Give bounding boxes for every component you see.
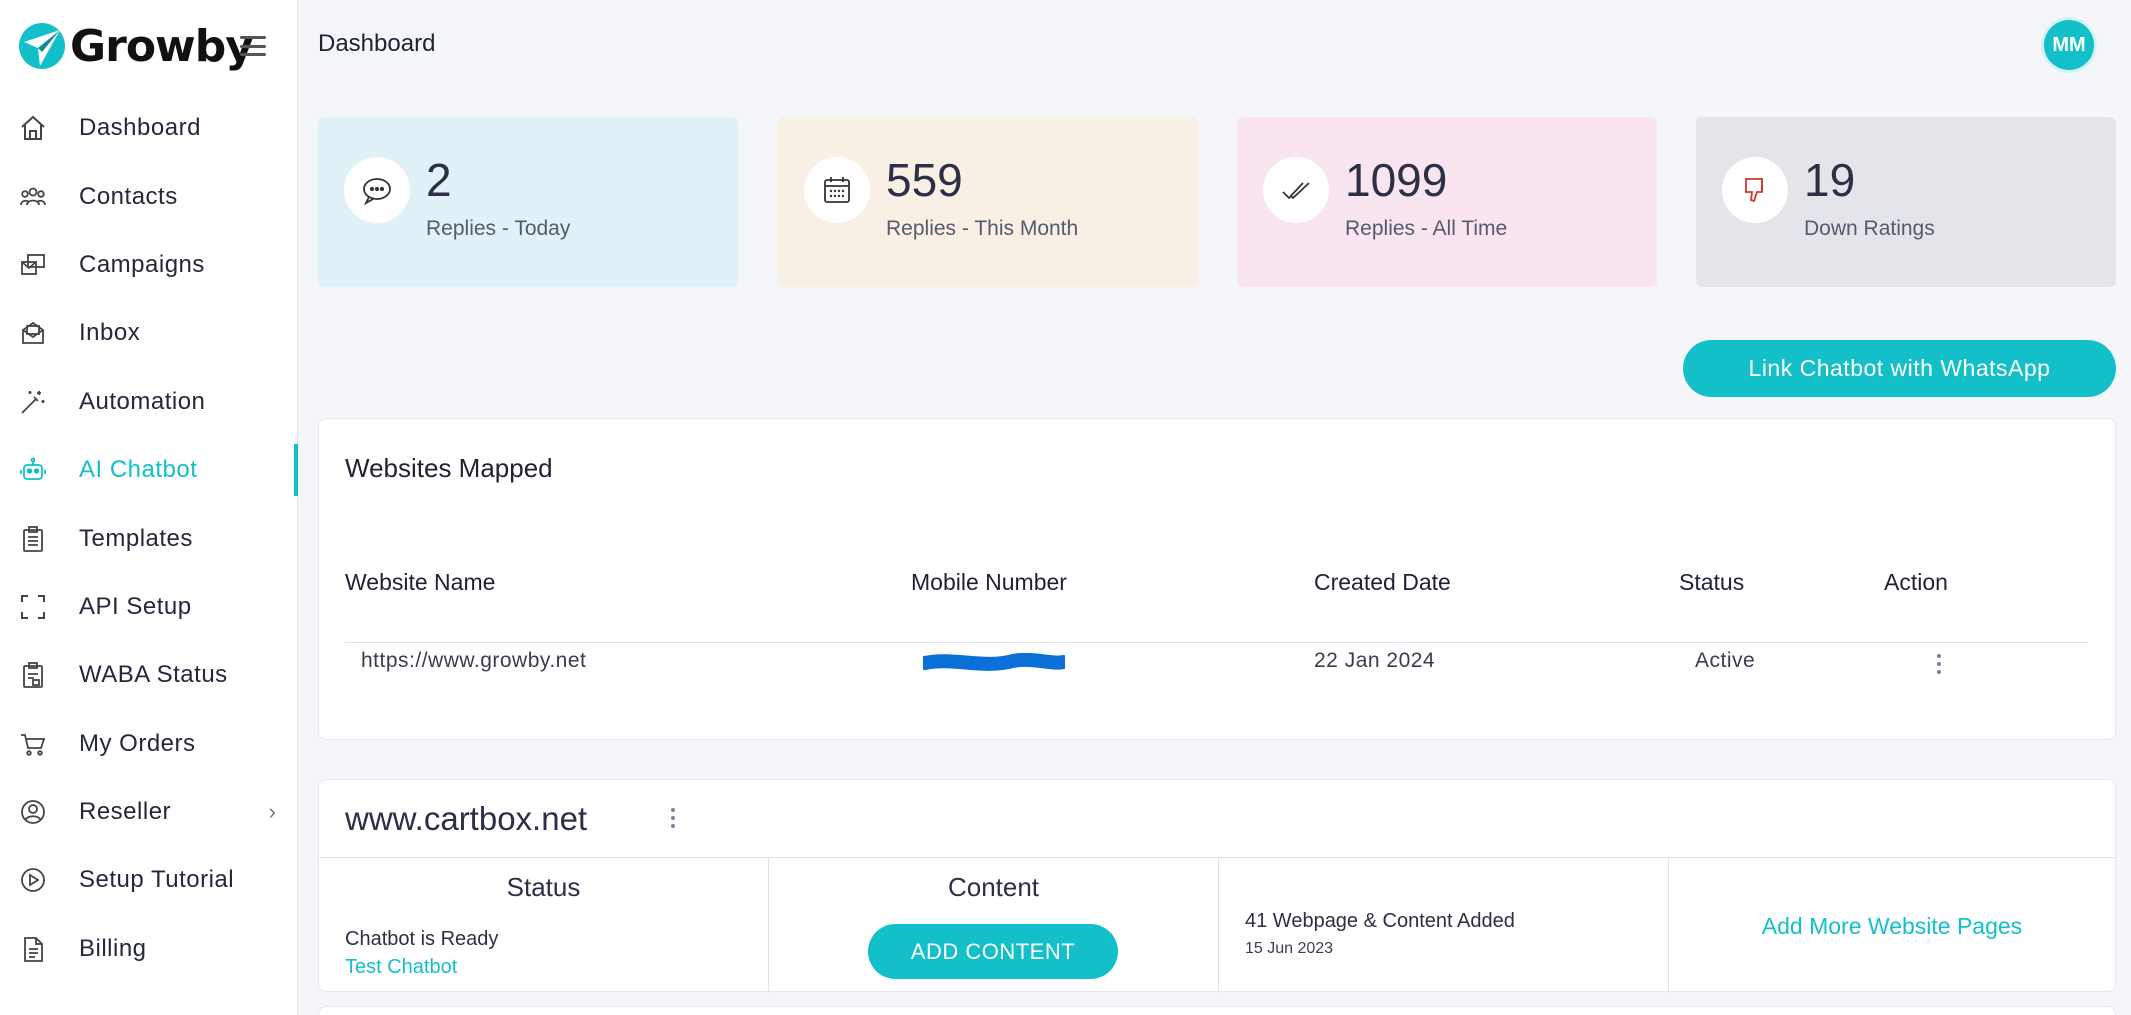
growby-logo-icon <box>19 23 65 69</box>
stat-label: Replies - Today <box>426 217 571 240</box>
row-actions-icon[interactable] <box>1937 654 1941 674</box>
websites-mapped-title: Websites Mapped <box>345 453 553 483</box>
stat-card-down-ratings: 19 Down Ratings <box>1696 117 2116 287</box>
sidebar-item-label: Automation <box>79 387 206 415</box>
sidebar-item-label: Inbox <box>79 319 141 347</box>
stat-value: 2 <box>426 154 452 206</box>
more-pages-cell: Add More Website Pages <box>1669 858 2115 993</box>
column-header: Created Date <box>1314 569 1451 595</box>
chat-bubble-icon <box>344 157 410 223</box>
sidebar-item-inbox[interactable]: Inbox <box>0 299 298 367</box>
sidebar-item-reseller[interactable]: Reseller › <box>0 778 298 846</box>
avatar[interactable]: MM <box>2044 20 2094 70</box>
site-card-grid: Status Chatbot is Ready Test Chatbot Con… <box>319 857 2115 993</box>
robot-icon <box>18 455 48 485</box>
site-card-title: www.cartbox.net <box>345 800 588 837</box>
clipboard-icon <box>18 524 48 554</box>
stat-label: Replies - This Month <box>886 217 1079 240</box>
home-icon <box>18 113 48 143</box>
sidebar-nav: Dashboard Contacts Campaigns Inbox Autom… <box>0 94 298 983</box>
cart-icon <box>18 729 48 759</box>
add-content-button[interactable]: ADD CONTENT <box>868 924 1118 979</box>
add-more-pages-link[interactable]: Add More Website Pages <box>1669 913 2115 940</box>
stat-value: 559 <box>886 154 963 206</box>
wand-icon <box>18 387 48 417</box>
stat-card-replies-all-time: 1099 Replies - All Time <box>1237 117 1657 287</box>
column-header: Mobile Number <box>911 569 1067 595</box>
menu-toggle-icon[interactable] <box>240 36 266 56</box>
sidebar-item-label: AI Chatbot <box>79 456 198 484</box>
brand-name: Growby <box>70 20 254 72</box>
user-circle-icon <box>18 797 48 827</box>
created-date-cell: 22 Jan 2024 <box>1314 649 1436 672</box>
sidebar-item-label: Billing <box>79 934 147 962</box>
pages-added-date: 15 Jun 2023 <box>1245 940 1334 957</box>
page-title: Dashboard <box>318 30 436 57</box>
link-chatbot-whatsapp-button[interactable]: Link Chatbot with WhatsApp <box>1683 340 2116 397</box>
sidebar-item-label: WABA Status <box>79 661 228 689</box>
users-icon <box>18 182 48 212</box>
content-cell: Content ADD CONTENT <box>769 858 1219 993</box>
site-card: www.cartbox.net Status Chatbot is Ready … <box>318 779 2116 993</box>
sidebar-item-dashboard[interactable]: Dashboard <box>0 94 298 162</box>
table-header: Website Name Mobile Number Created Date … <box>345 569 2089 643</box>
sidebar-item-templates[interactable]: Templates <box>0 504 298 572</box>
redacted-mobile-number <box>923 653 1065 671</box>
sidebar-item-waba-status[interactable]: WABA Status <box>0 641 298 709</box>
sidebar-item-ai-chatbot[interactable]: AI Chatbot <box>0 436 298 504</box>
status-heading: Status <box>506 872 581 902</box>
document-icon <box>18 934 48 964</box>
status-cell: Active <box>1695 649 1756 672</box>
websites-mapped-card: Websites Mapped Website Name Mobile Numb… <box>318 418 2116 740</box>
stat-card-replies-today: 2 Replies - Today <box>318 117 738 287</box>
site-card-actions-icon[interactable] <box>671 808 675 828</box>
sidebar-item-setup-tutorial[interactable]: Setup Tutorial <box>0 846 298 914</box>
column-header: Status <box>1679 569 1745 595</box>
sidebar-item-label: Reseller <box>79 798 172 826</box>
stat-label: Down Ratings <box>1804 217 1935 240</box>
sidebar-item-label: My Orders <box>79 729 196 757</box>
test-chatbot-link[interactable]: Test Chatbot <box>345 956 457 979</box>
status-cell: Status Chatbot is Ready Test Chatbot <box>319 858 769 993</box>
double-check-icon <box>1263 157 1329 223</box>
stat-label: Replies - All Time <box>1345 217 1508 240</box>
stat-value: 1099 <box>1345 154 1448 206</box>
brand-logo[interactable]: Growby <box>18 18 254 74</box>
sidebar-item-automation[interactable]: Automation <box>0 368 298 436</box>
chevron-right-icon[interactable]: › <box>269 799 276 825</box>
sidebar-item-my-orders[interactable]: My Orders <box>0 710 298 778</box>
play-circle-icon <box>18 865 48 895</box>
sidebar-item-label: Contacts <box>79 182 178 210</box>
sidebar-item-label: Setup Tutorial <box>79 866 235 894</box>
column-header: Website Name <box>345 569 496 595</box>
sidebar-item-label: Dashboard <box>79 114 201 142</box>
sidebar-item-label: API Setup <box>79 592 192 620</box>
sidebar-item-billing[interactable]: Billing <box>0 915 298 983</box>
thumbs-down-icon <box>1722 157 1788 223</box>
column-header: Action <box>1884 569 1948 595</box>
clipboard-check-icon <box>18 660 48 690</box>
campaigns-icon <box>18 250 48 280</box>
sidebar-item-campaigns[interactable]: Campaigns <box>0 231 298 299</box>
chatbot-status-text: Chatbot is Ready <box>345 928 499 950</box>
sidebar: Growby Dashboard Contacts Campaigns Inbo… <box>0 0 298 1015</box>
sidebar-item-label: Templates <box>79 524 193 552</box>
content-heading: Content <box>947 872 1040 902</box>
stat-value: 19 <box>1804 154 1856 206</box>
sidebar-item-contacts[interactable]: Contacts <box>0 162 298 230</box>
sidebar-item-label: Campaigns <box>79 250 205 278</box>
frame-icon <box>18 592 48 622</box>
stat-card-replies-month: 559 Replies - This Month <box>778 117 1198 287</box>
website-name-cell: https://www.growby.net <box>361 649 587 672</box>
sidebar-item-api-setup[interactable]: API Setup <box>0 573 298 641</box>
calendar-icon <box>804 157 870 223</box>
next-site-card <box>318 1006 2116 1015</box>
pages-added-text: 41 Webpage & Content Added <box>1245 910 1515 932</box>
inbox-icon <box>18 318 48 348</box>
pages-cell: 41 Webpage & Content Added 15 Jun 2023 <box>1219 858 1669 993</box>
